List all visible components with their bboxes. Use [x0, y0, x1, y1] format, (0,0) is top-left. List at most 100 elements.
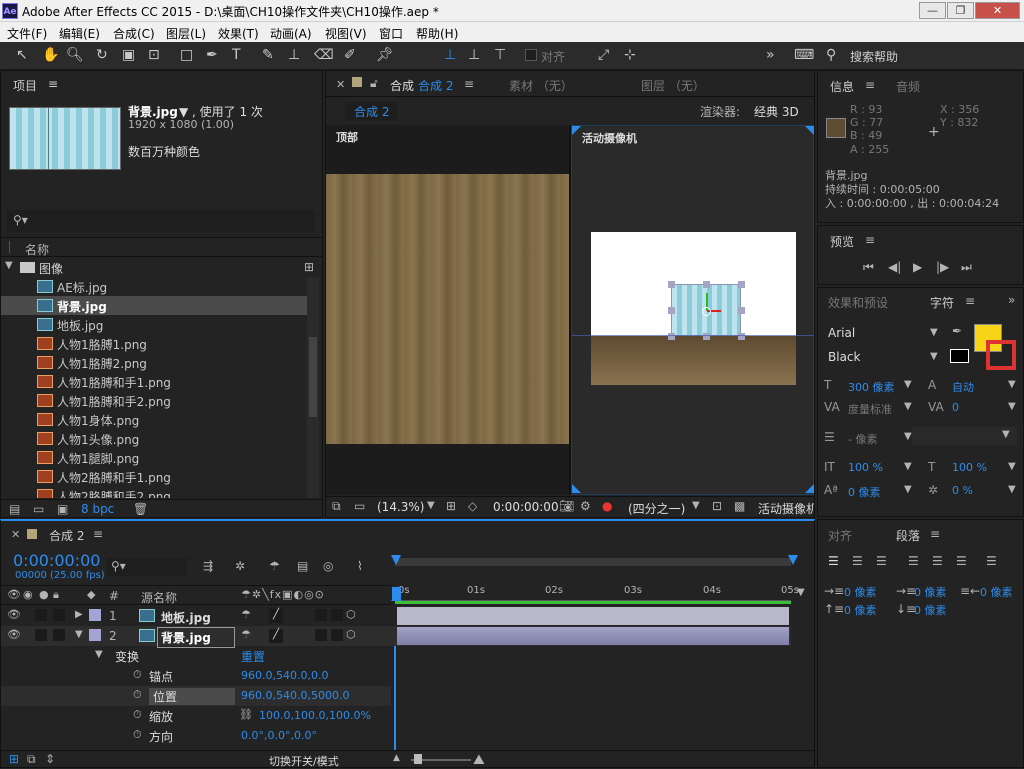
property-value[interactable]: 960.0,540.0,5000.0	[241, 689, 349, 702]
panel-menu-icon[interactable]: ≡	[464, 77, 474, 91]
close-tab-icon[interactable]: ✕	[11, 528, 20, 541]
justify-right-icon[interactable]: ☰	[956, 554, 967, 568]
viewer-timecode[interactable]: 0:00:00:00	[493, 500, 559, 514]
bpc-button[interactable]: 8 bpc	[81, 502, 114, 516]
local-axis-icon[interactable]: ⊥	[444, 47, 456, 63]
menu-composition[interactable]: 合成(C)	[113, 25, 155, 42]
draft-3d-icon[interactable]: ✲	[235, 559, 245, 573]
property-value[interactable]: 960.0,540.0,0.0	[241, 669, 328, 682]
leading-value[interactable]: 自动	[952, 379, 974, 395]
indent-right-value[interactable]: 0 像素	[980, 584, 1013, 600]
menu-file[interactable]: 文件(F)	[7, 25, 47, 42]
zoom-slider-thumb[interactable]	[414, 754, 422, 764]
project-item[interactable]: 人物1身体.png	[1, 410, 307, 429]
panel-menu-icon[interactable]: ≡	[965, 294, 975, 308]
preview-tab[interactable]: 预览	[830, 233, 854, 250]
close-button[interactable]: ✕	[975, 2, 1020, 19]
menu-layer[interactable]: 图层(L)	[166, 25, 206, 42]
stroke-style-dropdown[interactable]: ▼	[912, 427, 1017, 445]
chevron-down-icon[interactable]: ▼	[427, 500, 435, 511]
eye-icon[interactable]: 👁︎	[7, 608, 21, 621]
snap-icon[interactable]: ⤢	[598, 47, 609, 63]
chevron-down-icon[interactable]: ▼	[930, 327, 938, 338]
chevron-down-icon[interactable]: ▼	[904, 484, 912, 495]
first-frame-icon[interactable]: ⏮	[863, 260, 874, 275]
zoom-out-icon[interactable]: ▲	[393, 753, 400, 763]
font-style-dropdown[interactable]: Black	[828, 350, 860, 364]
transform-property-row[interactable]: ⏱︎ 锚点 960.0,540.0,0.0	[1, 666, 391, 686]
panel-menu-icon[interactable]: ≡	[865, 233, 875, 247]
expand-collapse-pane-icon[interactable]: ⧉	[27, 752, 36, 767]
project-item[interactable]: 人物1胳膊1.png	[1, 334, 307, 353]
pen-tool-icon[interactable]: ✒	[206, 47, 218, 63]
playhead-handle[interactable]	[392, 587, 401, 601]
layer-row[interactable]: 👁︎ ▼ 2 背景.jpg ☂ ╱ ⬡	[1, 626, 791, 648]
collapse-layer-icon[interactable]: ▼	[75, 629, 83, 640]
project-tab[interactable]: 项目	[13, 77, 37, 94]
chevron-down-icon[interactable]: ▼	[692, 500, 700, 511]
text-tool-icon[interactable]: T	[232, 47, 241, 63]
chevron-down-icon[interactable]: ▼	[930, 351, 938, 362]
3d-layer-icon[interactable]: ⬡	[346, 628, 356, 641]
justify-center-icon[interactable]: ☰	[932, 554, 943, 568]
quality-switch-icon[interactable]: ╱	[269, 629, 283, 643]
chevron-down-icon[interactable]: ▼	[1008, 379, 1016, 390]
hand-tool-icon[interactable]: ✋	[42, 47, 59, 63]
channels-icon[interactable]: ●	[602, 499, 612, 513]
align-left-icon[interactable]: ☰	[828, 554, 839, 568]
audio-tab[interactable]: 音频	[896, 78, 920, 95]
panel-menu-icon[interactable]: ≡	[865, 78, 875, 92]
project-item[interactable]: 人物1胳膊和手1.png	[1, 372, 307, 391]
tsume-value[interactable]: 0 %	[952, 484, 973, 497]
stroke-color-swatch[interactable]	[986, 340, 1016, 370]
comp-mini-flowchart-icon[interactable]: ⇶	[203, 559, 213, 573]
show-snapshot-icon[interactable]: ⚙	[580, 499, 591, 513]
selection-tool-icon[interactable]: ↖	[16, 47, 28, 63]
label-color-icon[interactable]	[89, 609, 101, 621]
panel-menu-icon[interactable]: ≡	[930, 527, 940, 541]
effects-presets-tab[interactable]: 效果和预设	[828, 294, 888, 311]
transform-group[interactable]: ▼ 变换 重置	[1, 646, 391, 666]
paragraph-tab[interactable]: 段落	[896, 527, 920, 544]
project-item[interactable]: 人物1腿脚.png	[1, 448, 307, 467]
renderer-value[interactable]: 经典 3D	[754, 103, 799, 120]
space-after-value[interactable]: 0 像素	[914, 602, 947, 618]
horizontal-scale-value[interactable]: 100 %	[952, 461, 987, 474]
align-center-icon[interactable]: ☰	[852, 554, 863, 568]
previous-frame-icon[interactable]: ◀|	[888, 260, 901, 274]
indent-first-value[interactable]: 0 像素	[914, 584, 947, 600]
stopwatch-icon[interactable]: ⏱︎	[133, 708, 142, 722]
project-scrollbar[interactable]	[307, 277, 319, 498]
rectangle-tool-icon[interactable]: □	[180, 47, 193, 63]
clone-stamp-tool-icon[interactable]: ⊥	[288, 47, 300, 63]
layer-duration-bar[interactable]	[397, 607, 789, 625]
new-comp-icon[interactable]: ▣	[57, 502, 68, 516]
property-value[interactable]: 0.0°,0.0°,0.0°	[241, 729, 317, 742]
comp-tab-name[interactable]: 合成 2	[418, 77, 453, 94]
camera-view[interactable]: 活动摄像机	[571, 125, 814, 495]
stopwatch-icon[interactable]: ⏱︎	[133, 728, 142, 742]
maximize-button[interactable]: ❐	[947, 2, 974, 19]
black-white-swatch[interactable]	[950, 349, 969, 363]
menu-window[interactable]: 窗口	[379, 25, 403, 42]
constrain-proportions-icon[interactable]: ⛓︎	[239, 708, 253, 721]
new-folder-icon[interactable]: ▭	[33, 502, 44, 516]
motion-blur-icon[interactable]: ◎	[323, 559, 333, 573]
in-out-pane-icon[interactable]: ⇕	[45, 752, 55, 766]
align-checkbox[interactable]	[525, 49, 537, 61]
play-icon[interactable]: ▶	[913, 260, 922, 274]
collapse-transform-icon[interactable]: ▼	[95, 649, 103, 660]
expand-layer-icon[interactable]: ▶	[75, 609, 83, 620]
layer-name[interactable]: 背景.jpg	[157, 627, 235, 648]
folder-expand-icon[interactable]: ▼	[5, 260, 13, 271]
baseline-shift-value[interactable]: 0 像素	[848, 484, 881, 500]
comp-marker-bin-icon[interactable]: ▼	[797, 587, 805, 598]
eyedropper-icon[interactable]: ✒	[952, 324, 962, 338]
frame-blending-icon[interactable]: ▤	[297, 559, 308, 573]
info-tab[interactable]: 信息	[830, 78, 854, 95]
kerning-value[interactable]: 度量标准	[848, 401, 892, 417]
chevron-down-icon[interactable]: ▼	[904, 401, 912, 412]
interpret-footage-icon[interactable]: ▤	[9, 502, 20, 516]
indent-left-value[interactable]: 0 像素	[844, 584, 877, 600]
transform-property-row[interactable]: ⏱︎ 位置 960.0,540.0,5000.0	[1, 686, 391, 706]
